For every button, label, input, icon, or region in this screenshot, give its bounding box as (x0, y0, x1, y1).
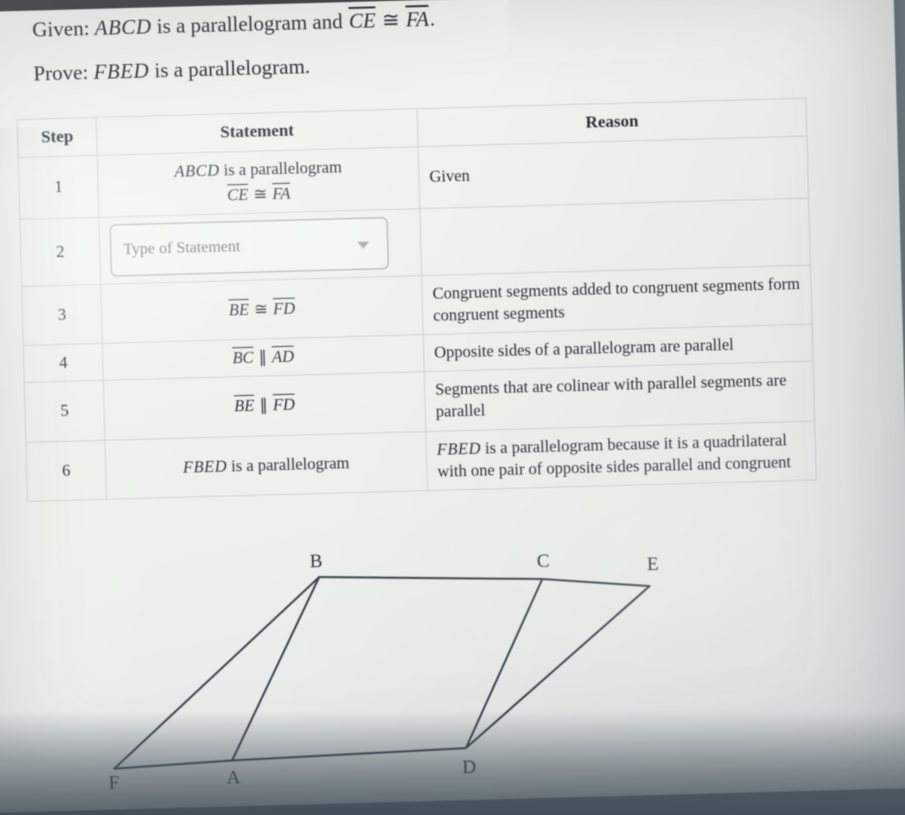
given-figure: ABCD (94, 14, 152, 40)
reason-cell (419, 198, 811, 276)
type-of-statement-select[interactable]: Type of Statement (109, 217, 389, 277)
given-congruent-symbol: ≅ (376, 7, 406, 33)
reason-cell: Segments that are colinear with parallel… (424, 361, 815, 432)
statement-cell: ABCD is a parallelogram CE ≅ FA (97, 146, 420, 218)
given-label: Given: (31, 16, 90, 42)
segment-be: BE (228, 299, 250, 320)
problem-statement: Given: ABCD is a parallelogram and CE ≅ … (32, 0, 754, 105)
statement-cell: BE ≅ FD (100, 275, 424, 344)
chevron-down-icon (357, 241, 370, 249)
statement-cell: FBED is a parallelogram (104, 431, 428, 500)
figure-edge-DE (464, 585, 651, 750)
step-number: 4 (23, 343, 104, 383)
figure-edge-AB (231, 576, 321, 762)
header-step: Step (17, 117, 98, 158)
reason-cell: FBED is a parallelogram because it is a … (425, 420, 817, 491)
step-number: 3 (21, 284, 103, 346)
prove-label: Prove: (33, 60, 89, 86)
relation-symbol: ≅ (249, 299, 273, 319)
statement-cell: BE ∥ FD (103, 371, 426, 440)
vertex-label-A: A (226, 767, 241, 788)
prove-figure: FBED (93, 58, 150, 85)
statement-figure: FBED (182, 456, 228, 477)
given-period: . (429, 6, 436, 31)
segment-ce: CE (226, 184, 249, 205)
laptop-screen: (1239) Raud Reacts To Given: ABCD is a p… (0, 0, 905, 814)
prove-text: is a parallelogram. (148, 54, 311, 83)
step-number: 6 (25, 439, 107, 502)
page-content: Given: ABCD is a parallelogram and CE ≅ … (0, 0, 905, 814)
step-number: 1 (18, 155, 99, 220)
segment-fd: FD (272, 298, 296, 319)
statement-line: CE ≅ FA (109, 179, 409, 209)
figure-edge-FB (113, 576, 321, 770)
proof-table-wrapper: Step Statement Reason 1 ABCD is a parall… (17, 98, 817, 502)
parallelogram-svg: F A D B C E (108, 551, 659, 794)
reason-figure: FBED (436, 438, 482, 459)
geometry-figure: F A D B C E (79, 544, 726, 811)
figure-edge-CD (464, 578, 544, 750)
vertex-label-C: C (537, 551, 550, 572)
statement-text: is a parallelogram (219, 157, 343, 180)
segment-fd: FD (272, 394, 296, 415)
given-segment-fa: FA (405, 6, 430, 32)
figure-edge-AD (231, 747, 467, 762)
reason-text: is a parallelogram because it is a quadr… (437, 429, 792, 481)
photo-of-screen: (1239) Raud Reacts To Given: ABCD is a p… (0, 0, 905, 815)
segment-be: BE (233, 396, 255, 416)
relation-symbol: ∥ (255, 395, 273, 416)
reason-cell: Given (418, 135, 809, 209)
reason-cell: Congruent segments added to congruent se… (421, 265, 813, 335)
type-of-statement-placeholder: Type of Statement (123, 238, 241, 259)
step-number: 2 (19, 217, 101, 287)
step-number: 5 (24, 380, 105, 442)
vertex-label-B: B (309, 551, 322, 572)
statement-figure: ABCD (174, 160, 220, 181)
statement-cell: Type of Statement (98, 208, 422, 285)
proof-table-body: 1 ABCD is a parallelogram CE ≅ FA Given … (18, 135, 817, 502)
segment-ad: AD (271, 346, 295, 367)
vertex-label-D: D (462, 757, 476, 778)
statement-text: is a parallelogram (226, 452, 350, 476)
segment-bc: BC (232, 347, 254, 368)
given-segment-ce: CE (348, 8, 377, 34)
segment-fa: FA (272, 183, 291, 204)
proof-table: Step Statement Reason 1 ABCD is a parall… (17, 98, 817, 502)
vertex-label-F: F (108, 773, 119, 794)
figure-edge-BC (318, 576, 544, 581)
prove-line: Prove: FBED is a parallelogram. (33, 41, 753, 87)
congruent-symbol: ≅ (249, 184, 272, 204)
given-text-1: is a parallelogram and (151, 9, 349, 39)
relation-symbol: ∥ (254, 347, 272, 367)
vertex-label-E: E (647, 554, 659, 575)
figure-edge-FA (113, 759, 234, 770)
figure-edge-CE (541, 578, 651, 588)
